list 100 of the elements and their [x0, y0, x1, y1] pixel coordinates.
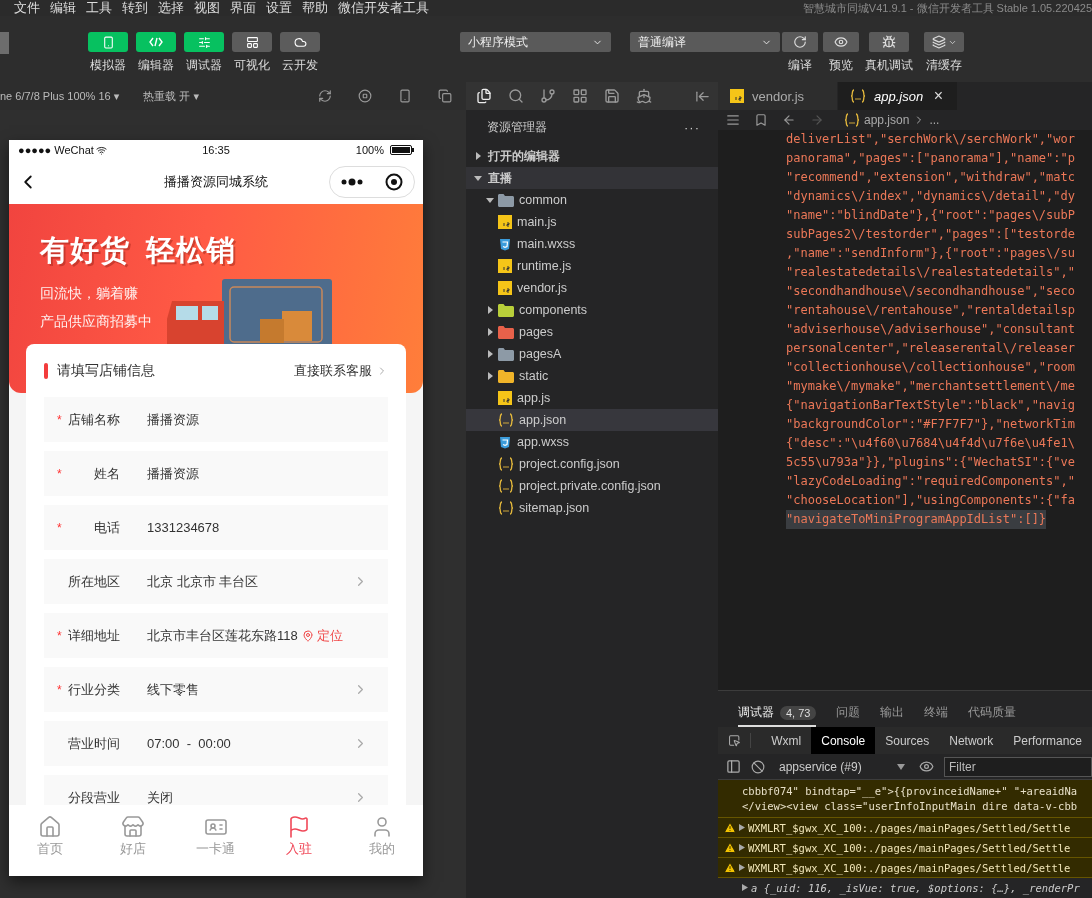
toolbar-label: 可视化 — [234, 57, 270, 74]
file-item[interactable]: main.js — [466, 211, 718, 233]
console-warning[interactable]: WXMLRT_$gwx_XC_100:./pages/mainPages/Settled/Settle — [718, 858, 1092, 878]
menu-item[interactable]: 设置 — [266, 0, 292, 16]
required-mark: * — [57, 466, 63, 481]
form-field[interactable]: 营业时间 07:00 - 00:00 — [44, 721, 388, 766]
form-field[interactable]: * 行业分类 线下零售 — [44, 667, 388, 712]
panel-tab[interactable]: 问题 — [836, 700, 861, 727]
file-item[interactable]: main.wxss — [466, 233, 718, 255]
file-item[interactable]: runtime.js — [466, 255, 718, 277]
form-field[interactable]: * 店铺名称 播播资源 — [44, 397, 388, 442]
required-mark: * — [57, 628, 63, 643]
menu-item[interactable]: 视图 — [194, 0, 220, 16]
menu-item[interactable]: 界面 — [230, 0, 256, 16]
field-label: 姓名 — [93, 464, 120, 483]
panel-title: 资源管理器 — [487, 120, 547, 135]
form-field[interactable]: 分段营业 关闭 — [44, 775, 388, 805]
file-item[interactable]: project.private.config.json — [466, 475, 718, 497]
breadcrumb[interactable]: app.json ... — [844, 113, 940, 127]
code-line: {"desc":"\u4f60\u7684\u4f4d\u7f6e\u4fe1\ — [786, 435, 1075, 452]
code-line: "realestatedetails\/realestatedetails"," — [786, 264, 1075, 281]
file-item[interactable]: app.json — [466, 409, 718, 431]
window-title: 智慧城市同城V41.9.1 - 微信开发者工具 Stable 1.05.220425 — [802, 1, 1092, 16]
panel-tab[interactable]: 代码质量 — [968, 700, 1017, 727]
devtools-tab[interactable]: Network — [939, 727, 1004, 754]
toolbar-label: 预览 — [829, 57, 853, 74]
file-item[interactable]: vendor.js — [466, 277, 718, 299]
clock: 16:35 — [202, 144, 230, 156]
console-warning[interactable]: WXMLRT_$gwx_XC_100:./pages/mainPages/Settled/Settle — [718, 818, 1092, 838]
required-mark: * — [57, 412, 63, 427]
field-label: 营业时间 — [68, 734, 120, 753]
context-select[interactable]: appservice (#9) — [775, 755, 909, 778]
filter-field[interactable]: Filter — [944, 756, 1092, 777]
code-line: "name":"blindDate"},{"root":"pages\/subP — [786, 207, 1075, 224]
close-button[interactable]: × — [933, 87, 943, 105]
editor-tab[interactable]: app.json × — [838, 82, 958, 110]
file-item[interactable]: sitemap.json — [466, 497, 718, 519]
required-mark: * — [57, 682, 63, 697]
devtools-tab[interactable]: Performance — [1003, 727, 1092, 754]
code-line: ,"name":"sendInform"},{"root":"pages\/su — [786, 245, 1075, 262]
banner-headline: 轻松销 — [146, 233, 236, 268]
folder-item[interactable]: components — [466, 299, 718, 321]
section-header[interactable]: 直播 — [466, 167, 718, 189]
console-warning[interactable]: WXMLRT_$gwx_XC_100:./pages/mainPages/Settled/Settle — [718, 838, 1092, 858]
field-label: 详细地址 — [68, 626, 120, 645]
menu-item[interactable]: 转到 — [122, 0, 148, 16]
file-item[interactable]: app.js — [466, 387, 718, 409]
required-mark: * — [57, 520, 63, 535]
tab-bar-item[interactable]: 入驻 — [257, 805, 341, 876]
code-line: "adviserhouse\/adviserhouse","consultant — [786, 321, 1075, 338]
code-line: "rentahouse\/rentahouse","rentaldetailsp — [786, 302, 1075, 319]
menu-item[interactable]: 工具 — [86, 0, 112, 16]
field-value: 关闭 — [147, 788, 173, 805]
page-title: 播播资源同城系统 — [163, 173, 269, 191]
carrier-label: ●●●●● WeChat — [18, 144, 94, 156]
code-line: {"navigationBarTextStyle":"black","navig — [786, 397, 1075, 414]
code-line: "secondhandhouse\/secondhandhouse","seco — [786, 283, 1075, 300]
devtools-tab[interactable]: Console — [811, 727, 876, 754]
toolbar-label: 云开发 — [282, 57, 318, 74]
menu-item[interactable]: 选择 — [158, 0, 184, 16]
more-button[interactable]: ··· — [684, 120, 700, 135]
mode-select[interactable]: 小程序模式 — [460, 32, 611, 52]
folder-item[interactable]: static — [466, 365, 718, 387]
menu-item[interactable]: 文件 — [14, 0, 40, 16]
section-header[interactable]: 打开的编辑器 — [466, 145, 718, 167]
panel-tab[interactable]: 终端 — [924, 700, 949, 727]
menu-item[interactable]: 编辑 — [50, 0, 76, 16]
code-line: "dynamics\/index","dynamics\/detail","dy — [786, 188, 1075, 205]
devtools-tab[interactable]: Sources — [875, 727, 940, 754]
device-select[interactable]: ne 6/7/8 Plus 100% 16 ▾ — [0, 89, 120, 103]
toolbar-label: 编译 — [788, 57, 812, 74]
form-field[interactable]: * 电话 1331234678 — [44, 505, 388, 550]
compile-select[interactable]: 普通编译 — [630, 32, 780, 52]
code-line: deliverList","serchWork\/serchWork","wor — [786, 131, 1075, 148]
field-label: 电话 — [93, 518, 120, 537]
menu-item[interactable]: 微信开发者工具 — [338, 0, 429, 16]
field-label: 行业分类 — [68, 680, 120, 699]
field-value: 线下零售 — [147, 680, 199, 699]
locate-link[interactable]: 定位 — [301, 626, 343, 645]
folder-item[interactable]: common — [466, 189, 718, 211]
hot-reload-toggle[interactable]: 热重载 开 ▾ — [143, 88, 199, 104]
editor-tab[interactable]: vendor.js — [718, 82, 838, 110]
code-line: "lazyCodeLoading":"requiredComponents"," — [786, 473, 1075, 490]
form-field[interactable]: * 姓名 播播资源 — [44, 451, 388, 496]
file-item[interactable]: project.config.json — [466, 453, 718, 475]
file-item[interactable]: app.wxss — [466, 431, 718, 453]
console-message[interactable]: a {_uid: 116, _isVue: true, $options: {…}, _renderPr — [718, 878, 1092, 898]
panel-tab[interactable]: 输出 — [880, 700, 905, 727]
battery-label: 100% — [355, 144, 384, 156]
code-line: "mymake\/mymake","merchantsettlement\/me — [786, 378, 1075, 395]
form-field[interactable]: * 详细地址 北京市丰台区莲花东路118 定位 — [44, 613, 388, 658]
folder-item[interactable]: pagesA — [466, 343, 718, 365]
field-value: 北京市丰台区莲花东路118 — [147, 626, 298, 645]
devtools-tab[interactable]: Wxml — [761, 727, 812, 754]
contact-link[interactable]: 直接联系客服 — [294, 361, 388, 380]
folder-item[interactable]: pages — [466, 321, 718, 343]
code-line: personalcenter","releaserental\/releaser — [786, 340, 1075, 357]
menu-item[interactable]: 帮助 — [302, 0, 328, 16]
section-title: 请填写店铺信息 — [57, 361, 155, 380]
form-field[interactable]: 所在地区 北京 北京市 丰台区 — [44, 559, 388, 604]
